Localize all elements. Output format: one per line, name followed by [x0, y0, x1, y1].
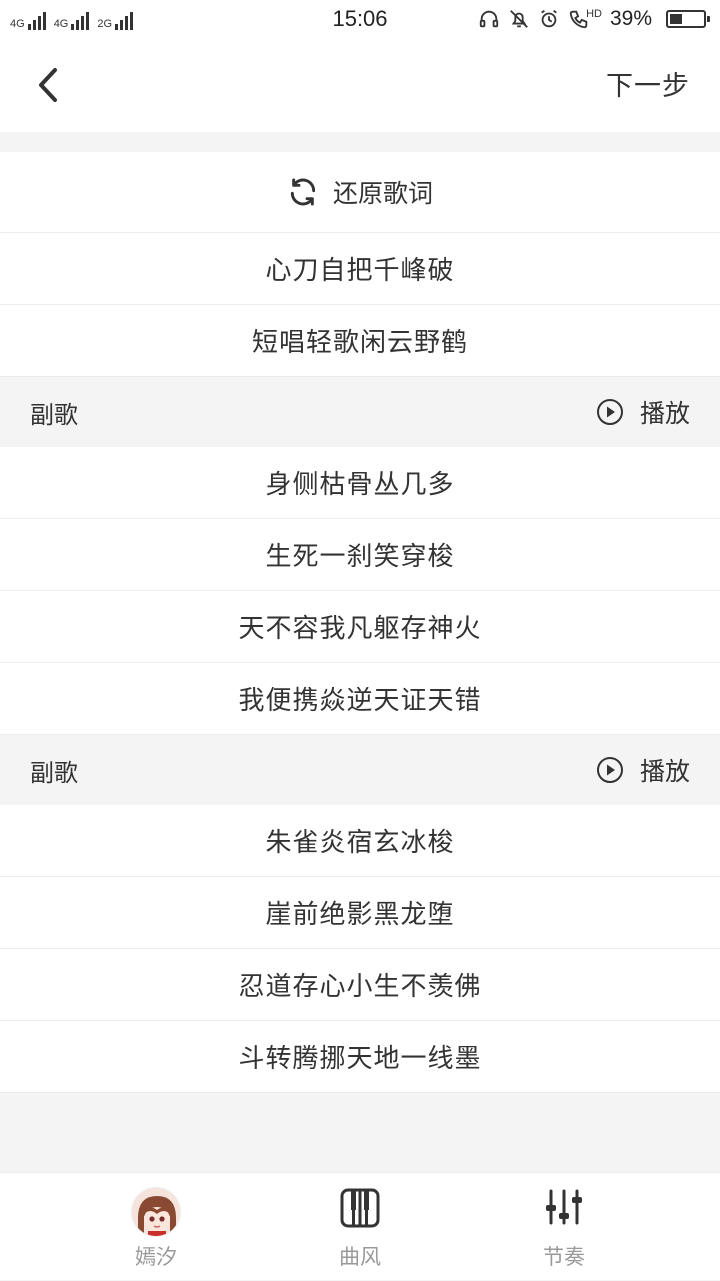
- hd-call-icon: HD: [568, 8, 602, 30]
- singer-avatar-image: [132, 1188, 180, 1236]
- section-header-chorus-2: 副歌 播放: [0, 735, 720, 805]
- lyric-line[interactable]: 短唱轻歌闲云野鹤: [0, 305, 720, 377]
- play-button[interactable]: 播放: [596, 394, 690, 430]
- play-label: 播放: [639, 399, 690, 428]
- headset-icon: [479, 10, 499, 28]
- mute-bell-icon: [510, 10, 528, 28]
- section-label: 副歌: [30, 758, 78, 787]
- lyric-line[interactable]: 忍道存心小生不羡佛: [0, 949, 720, 1021]
- section-header-chorus-1: 副歌 播放: [0, 377, 720, 447]
- status-icons: HD 39%: [478, 6, 710, 32]
- play-button[interactable]: 播放: [596, 752, 690, 788]
- battery-percent: 39%: [609, 7, 652, 30]
- avatar: [131, 1187, 181, 1237]
- lyric-line[interactable]: 斗转腾挪天地一线墨: [0, 1021, 720, 1093]
- header: 下一步: [0, 38, 720, 132]
- play-circle-icon: [596, 757, 623, 783]
- restore-lyrics-button[interactable]: 还原歌词: [0, 152, 720, 233]
- play-circle-icon: [596, 399, 623, 425]
- lyric-line[interactable]: 天不容我凡躯存神火: [0, 591, 720, 663]
- bottom-nav: 嫣汐 曲风 节奏: [0, 1172, 720, 1280]
- section-label: 副歌: [30, 400, 78, 429]
- play-label: 播放: [639, 757, 690, 786]
- hd-label: HD: [586, 8, 602, 20]
- battery-fill: [670, 14, 682, 24]
- battery-icon: [666, 10, 710, 28]
- next-step-button[interactable]: 下一步: [606, 64, 690, 103]
- lyric-line[interactable]: 崖前绝影黑龙堕: [0, 877, 720, 949]
- nav-label-rhythm: 节奏: [543, 1245, 585, 1269]
- lyric-line[interactable]: 我便携焱逆天证天错: [0, 663, 720, 735]
- restore-lyrics-label: 还原歌词: [332, 179, 433, 208]
- lyrics-list: 还原歌词 心刀自把千峰破 短唱轻歌闲云野鹤 副歌 播放 身侧枯骨丛几多 生死一刹…: [0, 152, 720, 1093]
- lyric-line[interactable]: 生死一刹笑穿梭: [0, 519, 720, 591]
- sliders-icon: [546, 1189, 582, 1225]
- status-bar: 4G 4G 2G 15:06 HD 39%: [0, 0, 720, 38]
- back-button[interactable]: [22, 62, 74, 108]
- lyric-line[interactable]: 心刀自把千峰破: [0, 233, 720, 305]
- refresh-icon: [290, 178, 316, 206]
- lyric-line[interactable]: 身侧枯骨丛几多: [0, 447, 720, 519]
- chevron-left-icon: [39, 68, 57, 102]
- piano-icon: [340, 1188, 380, 1228]
- alarm-icon: [541, 9, 557, 28]
- nav-item-rhythm[interactable]: 节奏: [444, 1173, 684, 1281]
- lyric-line[interactable]: 朱雀炎宿玄冰梭: [0, 805, 720, 877]
